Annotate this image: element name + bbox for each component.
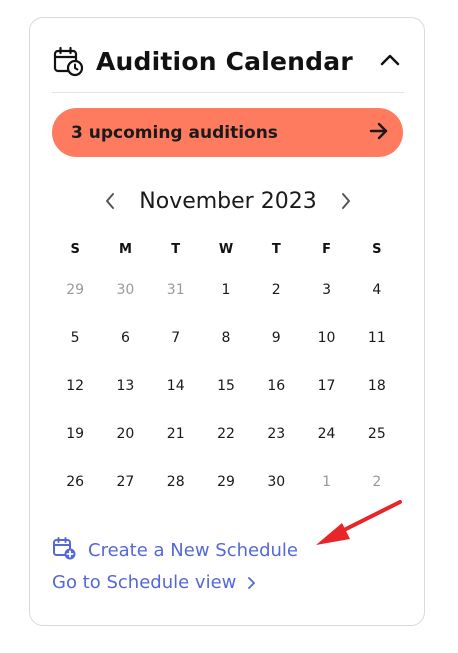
card-title: Audition Calendar <box>96 46 353 76</box>
calendar-day-other-month[interactable]: 31 <box>151 266 201 314</box>
calendar-day[interactable]: 11 <box>352 314 402 362</box>
calendar-day[interactable]: 10 <box>301 314 351 362</box>
chevron-right-icon <box>248 576 256 589</box>
calendar-day[interactable]: 14 <box>151 362 201 410</box>
annotation-arrow-icon <box>316 500 402 545</box>
weekday-label: M <box>118 241 132 257</box>
calendar-day[interactable]: 30 <box>251 458 301 506</box>
calendar-day[interactable]: 20 <box>100 410 150 458</box>
header-divider <box>52 92 404 93</box>
weekday-label: F <box>322 241 331 257</box>
arrow-right-icon <box>369 122 389 144</box>
calendar-day[interactable]: 25 <box>352 410 402 458</box>
previous-month-button[interactable] <box>97 188 123 214</box>
calendar-week-row: 29 30 31 1 2 3 4 <box>50 266 402 314</box>
calendar-day[interactable]: 19 <box>50 410 100 458</box>
calendar-day[interactable]: 2 <box>251 266 301 314</box>
calendar-day[interactable]: 24 <box>301 410 351 458</box>
calendar-day-other-month[interactable]: 29 <box>50 266 100 314</box>
chevron-right-icon <box>341 193 350 209</box>
calendar-days: 29 30 31 1 2 3 4 5 6 7 8 9 10 11 12 13 1… <box>50 266 402 506</box>
chevron-up-icon <box>380 54 400 66</box>
chevron-left-icon <box>106 193 115 209</box>
calendar-plus-icon <box>52 536 76 564</box>
calendar-week-row: 19 20 21 22 23 24 25 <box>50 410 402 458</box>
calendar-clock-icon <box>52 45 84 77</box>
calendar-day[interactable]: 4 <box>352 266 402 314</box>
calendar-day[interactable]: 3 <box>301 266 351 314</box>
create-schedule-label: Create a New Schedule <box>88 539 298 561</box>
calendar-day[interactable]: 8 <box>201 314 251 362</box>
collapse-button[interactable] <box>376 46 404 74</box>
weekday-label: T <box>171 241 181 257</box>
upcoming-auditions-label: 3 upcoming auditions <box>71 122 278 143</box>
schedule-view-link[interactable]: Go to Schedule view <box>52 572 258 593</box>
calendar-day[interactable]: 21 <box>151 410 201 458</box>
weekday-label: S <box>70 241 80 257</box>
calendar-day-other-month[interactable]: 30 <box>100 266 150 314</box>
calendar-day[interactable]: 28 <box>151 458 201 506</box>
schedule-view-label: Go to Schedule view <box>52 572 237 593</box>
calendar-day[interactable]: 16 <box>251 362 301 410</box>
calendar-day[interactable]: 18 <box>352 362 402 410</box>
weekday-label: S <box>372 241 382 257</box>
calendar-day[interactable]: 27 <box>100 458 150 506</box>
calendar-day[interactable]: 7 <box>151 314 201 362</box>
weekday-label: T <box>271 241 281 257</box>
calendar-week-row: 5 6 7 8 9 10 11 <box>50 314 402 362</box>
calendar-day[interactable]: 12 <box>50 362 100 410</box>
calendar-day[interactable]: 13 <box>100 362 150 410</box>
card-header: Audition Calendar <box>52 44 404 78</box>
weekday-header-row: S M T W T F S <box>50 234 402 264</box>
calendar-day[interactable]: 17 <box>301 362 351 410</box>
calendar-day[interactable]: 29 <box>201 458 251 506</box>
month-navigation: November 2023 <box>52 184 404 218</box>
calendar-day[interactable]: 5 <box>50 314 100 362</box>
weekday-label: W <box>218 241 234 257</box>
calendar-week-row: 12 13 14 15 16 17 18 <box>50 362 402 410</box>
calendar-day[interactable]: 6 <box>100 314 150 362</box>
calendar-day[interactable]: 15 <box>201 362 251 410</box>
calendar-day[interactable]: 9 <box>251 314 301 362</box>
calendar-day[interactable]: 23 <box>251 410 301 458</box>
calendar-day[interactable]: 26 <box>50 458 100 506</box>
create-schedule-link[interactable]: Create a New Schedule <box>52 536 298 564</box>
next-month-button[interactable] <box>333 188 359 214</box>
calendar-day[interactable]: 22 <box>201 410 251 458</box>
upcoming-auditions-banner[interactable]: 3 upcoming auditions <box>52 108 403 157</box>
month-label: November 2023 <box>139 188 317 214</box>
calendar-grid: S M T W T F S 29 30 31 1 2 3 4 5 6 7 8 9… <box>50 234 402 506</box>
calendar-day[interactable]: 1 <box>201 266 251 314</box>
